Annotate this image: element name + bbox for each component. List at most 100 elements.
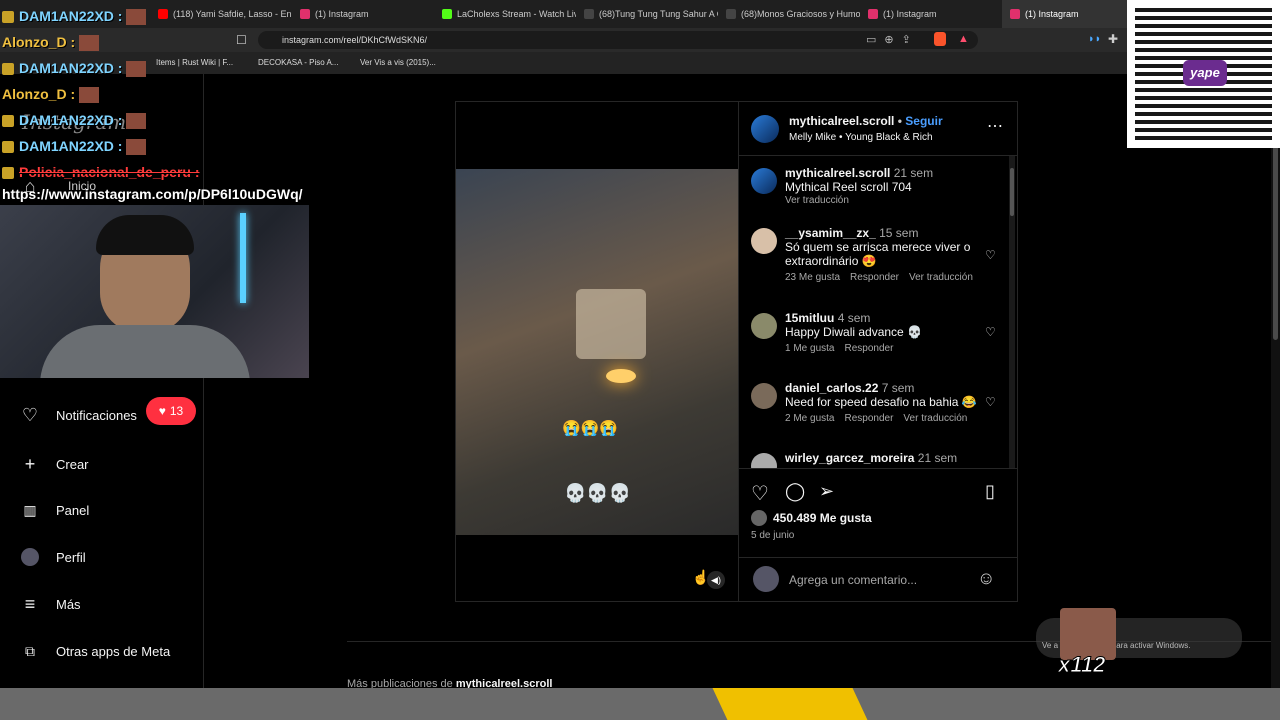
badge-icon [2,63,14,76]
nav-label: Otras apps de Meta [56,643,171,659]
chat-user: DAM1AN22XD : [19,60,123,76]
reply-link[interactable]: Responder [850,272,899,283]
follow-button[interactable]: Seguir [905,114,942,128]
youtube-icon [158,9,168,19]
nav-otras-apps[interactable]: ⧉ Otras apps de Meta [20,641,170,661]
tab-label: (68)Tung Tung Tung Sahur A C [599,9,718,19]
comment-text: Happy Diwali advance 💀 [785,325,923,339]
comment-avatar[interactable] [751,168,777,194]
badge-icon [2,141,14,154]
led-light [240,213,246,303]
comment-avatar[interactable] [751,313,777,339]
chat-link-text: https://www.instagram.com/p/DP6l10uDGWq/ [2,186,303,202]
emote-icon [126,61,147,78]
nav-notificaciones[interactable]: ♡ Notificaciones [20,405,137,425]
comment-user[interactable]: mythicalreel.scroll [785,166,890,180]
badge-icon [2,115,14,128]
comment-user[interactable]: wirley_garcez_moreira [785,451,914,465]
emote-icon [126,9,147,26]
translate-link[interactable]: Ver traducción [909,272,973,283]
notification-badge: ♥ 13 [146,397,196,425]
address-actions-icon[interactable]: ▭⊕⇪ [866,33,919,46]
browser-tab[interactable]: (1) Instagram [860,0,1002,28]
like-icon[interactable]: ♡ [751,481,769,506]
nav-panel[interactable]: ▥ Panel [20,500,89,520]
emote-icon [126,139,147,156]
like-comment-icon[interactable]: ♡ [985,325,996,339]
browser-tab[interactable]: (68)Monos Graciosos y Humor [718,0,860,28]
likes-count[interactable]: 2 Me gusta [785,413,834,424]
comment-text: Mythical Reel scroll 704 [785,180,912,194]
tab-label: (118) Yami Safdie, Lasso - En O [173,9,292,19]
chat-line: Alonzo_D : [2,86,100,104]
browser-tab[interactable]: (1) Instagram [292,0,434,28]
chat-link: https://www.instagram.com/p/DP6l10uDGWq/ [2,186,303,202]
bookmark-item[interactable]: Items | Rust Wiki | F... [156,58,233,67]
chat-line: DAM1AN22XD : [2,60,147,78]
reply-link[interactable]: Responder [844,343,893,354]
comment-item: __ysamim__zx_ 15 sem Só quem se arrisca m… [751,226,1001,283]
reply-link[interactable]: Responder [844,413,893,424]
instagram-icon [1010,9,1020,19]
likes-count[interactable]: 1 Me gusta [785,343,834,354]
emoji-icon[interactable]: ☺ [977,568,995,589]
extensions-icon[interactable]: ✚ [1108,32,1118,46]
like-comment-icon[interactable]: ♡ [985,248,996,262]
page-scrollbar[interactable] [1271,74,1280,688]
comment-avatar[interactable] [751,383,777,409]
comments-scrollbar[interactable] [1009,156,1015,468]
comments-list: mythicalreel.scroll 21 sem Mythical Reel … [739,156,1017,468]
nav-perfil[interactable]: Perfil [20,547,86,567]
audio-label[interactable]: Melly Mike • Young Black & Rich [789,132,933,143]
comment-icon[interactable]: ◯ [785,481,805,502]
likes-total[interactable]: 450.489 Me gusta [773,511,872,525]
tiktok-icon [726,9,736,19]
browser-tab[interactable]: (68)Tung Tung Tung Sahur A C [576,0,718,28]
post-modal: 😭😭😭 💀💀💀 ◀) mythicalreel.scroll • Seguir … [455,101,1018,602]
comment-user[interactable]: daniel_carlos.22 [785,381,878,395]
tiktok-icon [584,9,594,19]
nav-label: Crear [56,456,89,472]
likes-count[interactable]: 23 Me gusta [785,272,840,283]
translate-link[interactable]: Ver traducción [903,413,967,424]
more-options-icon[interactable]: ⋯ [987,116,1003,136]
plus-icon: + [24,453,36,474]
save-icon[interactable]: ▯ [985,481,995,502]
author-avatar[interactable] [751,115,779,143]
chat-user: DAM1AN22XD : [19,112,123,128]
streamer-hair [96,215,194,255]
video-frame: 😭😭😭 💀💀💀 [456,169,738,535]
comment-user[interactable]: 15mitluu [785,311,834,325]
scrollbar-thumb[interactable] [1010,168,1014,216]
nav-label: Perfil [56,549,86,565]
bookmark-icon[interactable]: ☐ [236,33,247,47]
badge-icon [2,167,14,180]
author-username[interactable]: mythicalreel.scroll [789,114,894,128]
comment-avatar[interactable] [751,228,777,254]
comment-avatar[interactable] [751,453,777,468]
browser-tab-active[interactable]: (1) Instagram [1002,0,1144,28]
comment-text: Need for speed desafio na bahia 😂 [785,395,977,409]
media-icon[interactable]: ◗◗ [1088,33,1101,45]
nav-mas[interactable]: ≡ Más [20,594,81,614]
brave-shield-icon[interactable] [934,32,946,46]
yape-logo: yape [1183,60,1227,86]
translate-link[interactable]: Ver traducción [785,195,849,206]
nav-crear[interactable]: + Crear [20,454,89,474]
browser-tab[interactable]: (118) Yami Safdie, Lasso - En O [150,0,292,28]
nav-label: Notificaciones [56,407,137,423]
kick-icon [442,9,452,19]
bookmark-item[interactable]: Ver Vis a vis (2015)... [360,58,436,67]
chat-line: DAM1AN22XD : [2,8,147,26]
browser-tab[interactable]: LaCholexs Stream - Watch Live [434,0,576,28]
emote-icon [79,35,100,52]
like-comment-icon[interactable]: ♡ [985,395,996,409]
reel-video[interactable]: 😭😭😭 💀💀💀 ◀) [456,102,738,601]
share-icon[interactable]: ➢ [819,481,834,502]
chat-line: Policia_nacional_de_peru : [2,164,200,180]
bookmark-item[interactable]: DECOKASA - Piso A... [258,58,338,67]
comment-input[interactable]: Agrega un comentario... [789,573,917,587]
comment-user[interactable]: __ysamim__zx_ [785,226,876,240]
brave-rewards-icon[interactable]: ▲ [958,33,969,45]
mute-button[interactable]: ◀) [707,571,725,589]
